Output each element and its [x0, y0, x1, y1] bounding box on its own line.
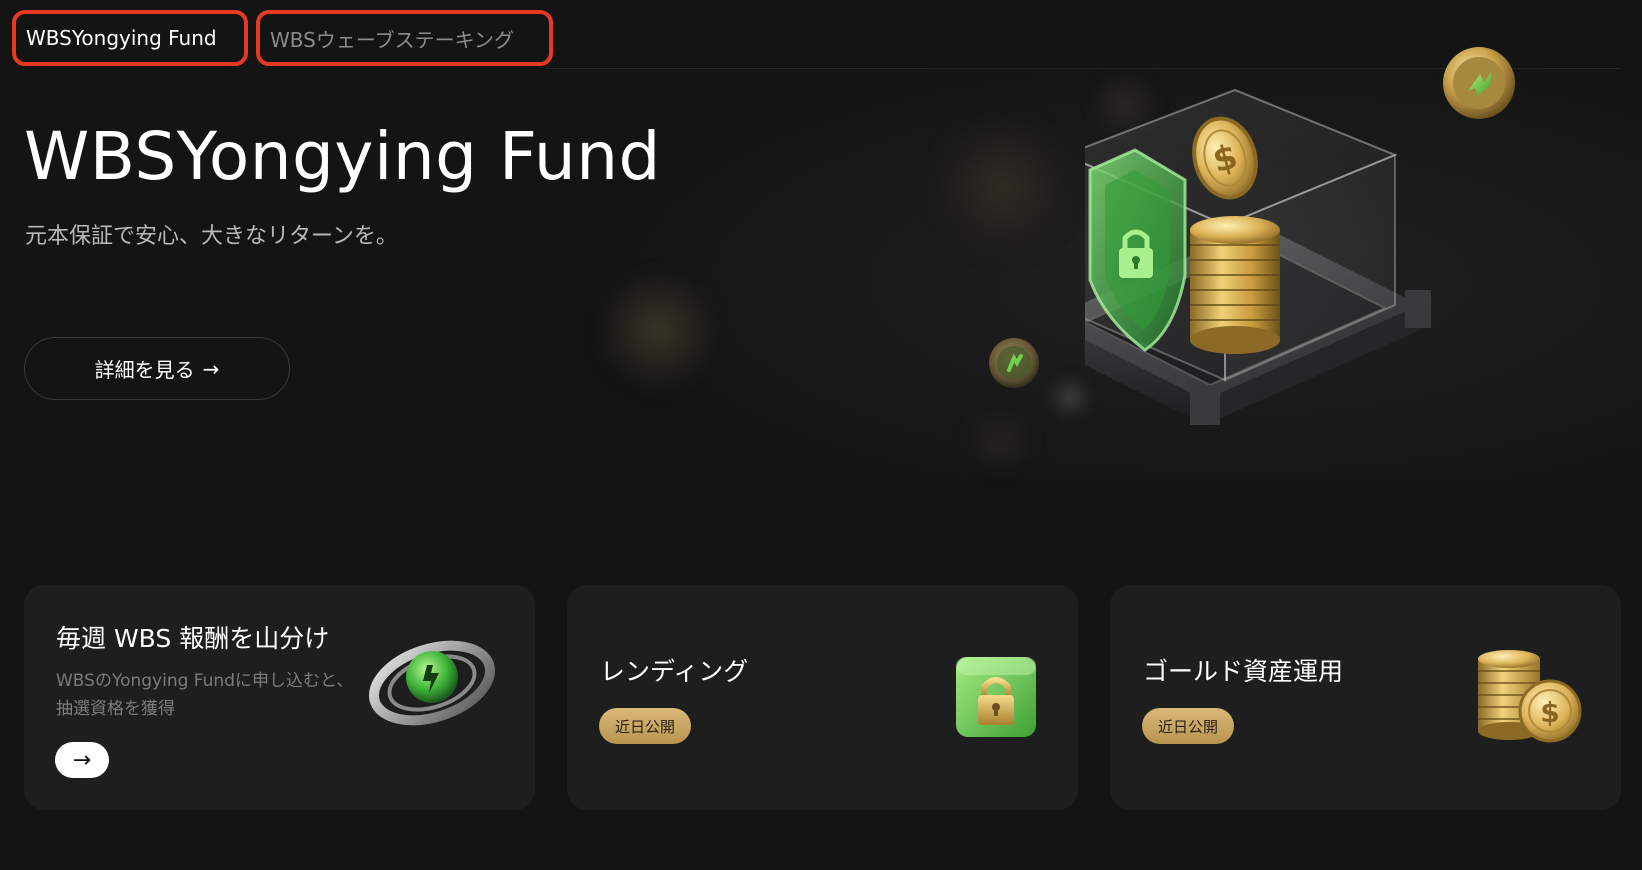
arrow-right-icon: →	[202, 356, 220, 381]
bokeh-decoration	[928, 112, 1078, 262]
coming-soon-badge: 近日公開	[599, 708, 692, 744]
lending-card[interactable]: レンディング 近日公開	[567, 585, 1078, 810]
floating-green-coin-icon	[989, 338, 1039, 388]
view-details-label: 詳細を見る	[94, 358, 195, 382]
gold-coin-stack-icon: $	[1478, 650, 1582, 743]
card-title: 毎週 WBS 報酬を山分け	[56, 624, 330, 653]
green-lock-cube-icon	[956, 657, 1036, 737]
tab-wbs-yongying-fund[interactable]: WBSYongying Fund	[12, 10, 248, 66]
hero-title: WBSYongying Fund	[24, 118, 661, 195]
gold-asset-management-card[interactable]: ゴールド資産運用 近日公開 $	[1110, 585, 1621, 810]
svg-text:$: $	[1540, 696, 1559, 729]
card-description: WBSのYongying Fundに申し込むと、抽選資格を獲得	[56, 671, 354, 719]
bokeh-decoration	[960, 410, 1040, 470]
green-lightning-orb-icon	[368, 640, 496, 726]
card-title: レンディング	[600, 657, 749, 686]
card-title: ゴールド資産運用	[1143, 657, 1344, 686]
tab-wbs-wave-staking[interactable]: WBSウェーブステーキング	[256, 10, 553, 66]
view-details-button[interactable]: 詳細を見る →	[24, 337, 290, 400]
card-arrow-button[interactable]: →	[55, 742, 109, 778]
vault-shield-coins-illustration: $	[1085, 88, 1431, 425]
coming-soon-badge: 近日公開	[1142, 708, 1235, 744]
hero-subtitle: 元本保証で安心、大きなリターンを。	[25, 224, 398, 249]
bokeh-decoration	[598, 270, 718, 390]
product-tabs: WBSYongying Fund WBSウェーブステーキング	[12, 10, 553, 70]
weekly-reward-card[interactable]: 毎週 WBS 報酬を山分け WBSのYongying Fundに申し込むと、抽選…	[24, 585, 535, 810]
